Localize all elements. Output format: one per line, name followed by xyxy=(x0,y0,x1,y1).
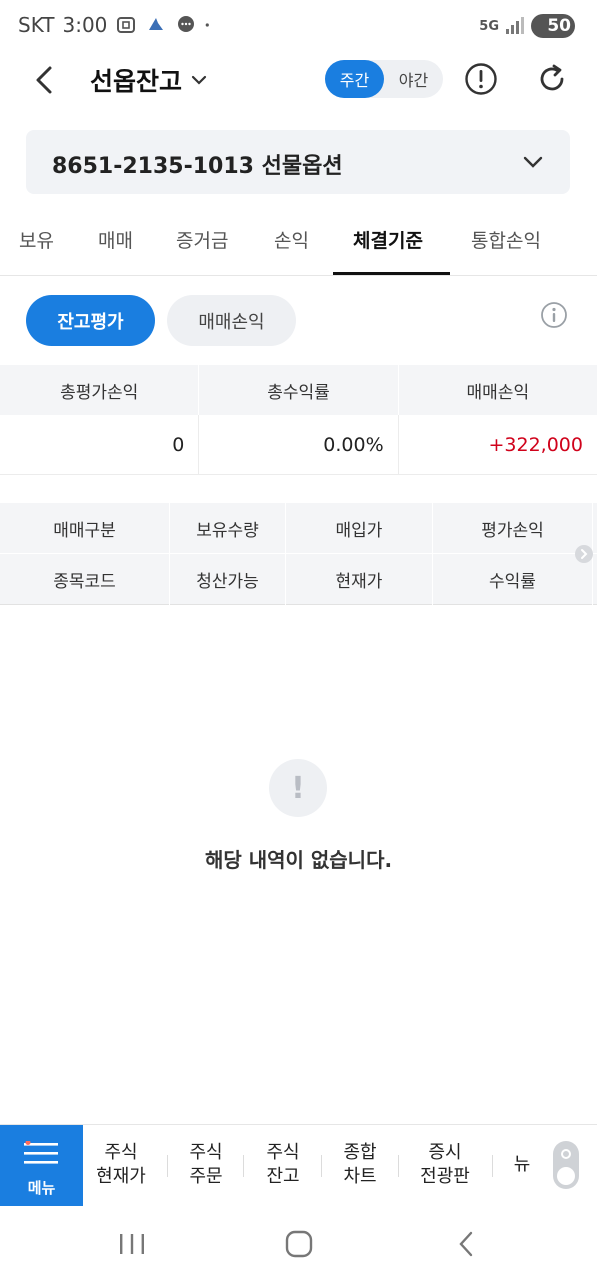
account-number: 8651-2135-1013 선물옵션 xyxy=(52,154,343,179)
hamburger-icon xyxy=(24,1141,58,1164)
scroll-right-icon[interactable] xyxy=(575,545,593,563)
clock-text: 3:00 xyxy=(62,13,108,37)
holdings-table-header: 매매구분 보유수량 매입가 평가손익 종목코드 청산가능 현재가 수익률 xyxy=(0,503,597,605)
header-row-2: 종목코드 청산가능 현재가 수익률 xyxy=(0,554,597,605)
value-total-eval-pnl: 0 xyxy=(0,415,200,474)
tab-margin[interactable]: 증거금 xyxy=(176,226,228,253)
status-bar: SKT 3:00 5G 50 xyxy=(0,0,597,52)
col-return-rate: 수익률 xyxy=(433,554,593,605)
tab-holding[interactable]: 보유 xyxy=(19,226,54,253)
info-icon[interactable] xyxy=(540,301,568,329)
value-trade-pnl: +322,000 xyxy=(488,433,583,456)
status-right: 5G 50 xyxy=(479,14,575,38)
trade-pnl-button[interactable]: 매매손익 xyxy=(167,295,296,346)
app-header: 선옵잔고 주간 야간 xyxy=(0,52,597,108)
active-tab-indicator xyxy=(333,272,450,275)
chevron-down-icon xyxy=(191,75,207,85)
quick-item-line2: 주문 xyxy=(189,1166,223,1187)
quick-item-line1: 주식 xyxy=(266,1142,300,1163)
tab-execution-basis[interactable]: 체결기준 xyxy=(353,226,423,253)
toggle-dot-icon xyxy=(561,1149,571,1159)
header-total-eval-pnl: 총평가손익 xyxy=(0,365,200,415)
empty-state-message: 해당 내역이 없습니다. xyxy=(204,848,393,872)
back-arrow-icon[interactable] xyxy=(28,62,60,98)
balance-evaluation-button[interactable]: 잔고평가 xyxy=(26,295,155,346)
day-night-toggle: 주간 야간 xyxy=(325,60,443,98)
app-notification-icon xyxy=(149,18,164,30)
status-left: SKT 3:00 xyxy=(18,13,215,37)
title-dropdown[interactable]: 선옵잔고 xyxy=(90,62,208,98)
tab-trade[interactable]: 매매 xyxy=(98,226,133,253)
quick-item-line2: 잔고 xyxy=(266,1166,300,1187)
col-current-price: 현재가 xyxy=(286,554,433,605)
quick-news-partial[interactable]: 뉴 xyxy=(512,1153,532,1177)
col-eval-pnl: 평가손익 xyxy=(433,503,593,553)
value-total-return: 0.00% xyxy=(199,415,399,474)
message-icon xyxy=(178,16,195,32)
quick-stock-order[interactable]: 주식 주문 xyxy=(186,1141,226,1189)
signal-icon xyxy=(506,17,524,34)
battery-level: 50 xyxy=(547,16,571,36)
col-holding-qty: 보유수량 xyxy=(170,503,286,553)
divider xyxy=(492,1155,493,1177)
summary-values: 0 0.00% +322,000 xyxy=(0,415,597,475)
home-icon[interactable] xyxy=(285,1230,313,1258)
quick-chart[interactable]: 종합 차트 xyxy=(340,1141,380,1189)
alert-icon[interactable] xyxy=(464,62,498,96)
quick-item-line2: 현재가 xyxy=(96,1166,146,1187)
quick-item-line1: 증시 xyxy=(428,1142,462,1163)
summary-header: 총평가손익 총수익률 매매손익 xyxy=(0,365,597,415)
divider xyxy=(398,1155,399,1177)
carrier-text: SKT xyxy=(18,13,55,37)
empty-state-icon: ! xyxy=(269,759,327,817)
header-row-1: 매매구분 보유수량 매입가 평가손익 xyxy=(0,503,597,554)
system-nav-bar xyxy=(0,1206,597,1280)
back-icon[interactable] xyxy=(455,1230,477,1258)
quick-item-line2: 전광판 xyxy=(420,1166,470,1187)
tab-bar: 보유 매매 증거금 손익 체결기준 통합손익 xyxy=(0,214,597,276)
quick-item-line1: 종합 xyxy=(343,1142,377,1163)
quick-market-board[interactable]: 증시 전광판 xyxy=(417,1141,473,1189)
divider xyxy=(243,1155,244,1177)
toggle-knob xyxy=(557,1167,575,1185)
tab-total-pnl[interactable]: 통합손익 xyxy=(471,226,541,253)
quick-item-line1: 주식 xyxy=(104,1142,138,1163)
segment-day[interactable]: 주간 xyxy=(325,60,384,98)
menu-label: 메뉴 xyxy=(27,1179,56,1197)
segment-night[interactable]: 야간 xyxy=(384,60,443,98)
quick-stock-balance[interactable]: 주식 잔고 xyxy=(263,1141,303,1189)
col-trade-type: 매매구분 xyxy=(0,503,170,553)
tab-pnl[interactable]: 손익 xyxy=(274,226,309,253)
page-title: 선옵잔고 xyxy=(90,67,183,96)
quick-item-line2: 차트 xyxy=(343,1166,377,1187)
quick-item-line1: 주식 xyxy=(189,1142,223,1163)
network-label: 5G xyxy=(479,18,499,34)
dot-icon xyxy=(206,23,210,27)
divider xyxy=(321,1155,322,1177)
quick-menu-toggle[interactable] xyxy=(553,1141,579,1189)
menu-button[interactable]: 메뉴 xyxy=(0,1125,83,1207)
refresh-icon[interactable] xyxy=(535,62,569,96)
divider xyxy=(167,1155,168,1177)
quick-stock-price[interactable]: 주식 현재가 xyxy=(93,1141,149,1189)
screenshot-icon xyxy=(117,17,136,33)
col-item-code: 종목코드 xyxy=(0,554,170,605)
col-closable: 청산가능 xyxy=(170,554,286,605)
chevron-down-icon xyxy=(523,156,543,168)
header-trade-pnl: 매매손익 xyxy=(466,382,530,403)
header-total-return: 총수익률 xyxy=(199,365,399,415)
quick-item-line1: 뉴 xyxy=(513,1154,531,1175)
recent-apps-icon[interactable] xyxy=(118,1232,146,1256)
quick-menu-bar: 메뉴 주식 현재가 주식 주문 주식 잔고 종합 차트 증시 전광판 뉴 xyxy=(0,1124,597,1207)
battery-icon: 50 xyxy=(531,14,575,38)
account-selector[interactable]: 8651-2135-1013 선물옵션 xyxy=(26,130,570,194)
col-buy-price: 매입가 xyxy=(286,503,433,553)
